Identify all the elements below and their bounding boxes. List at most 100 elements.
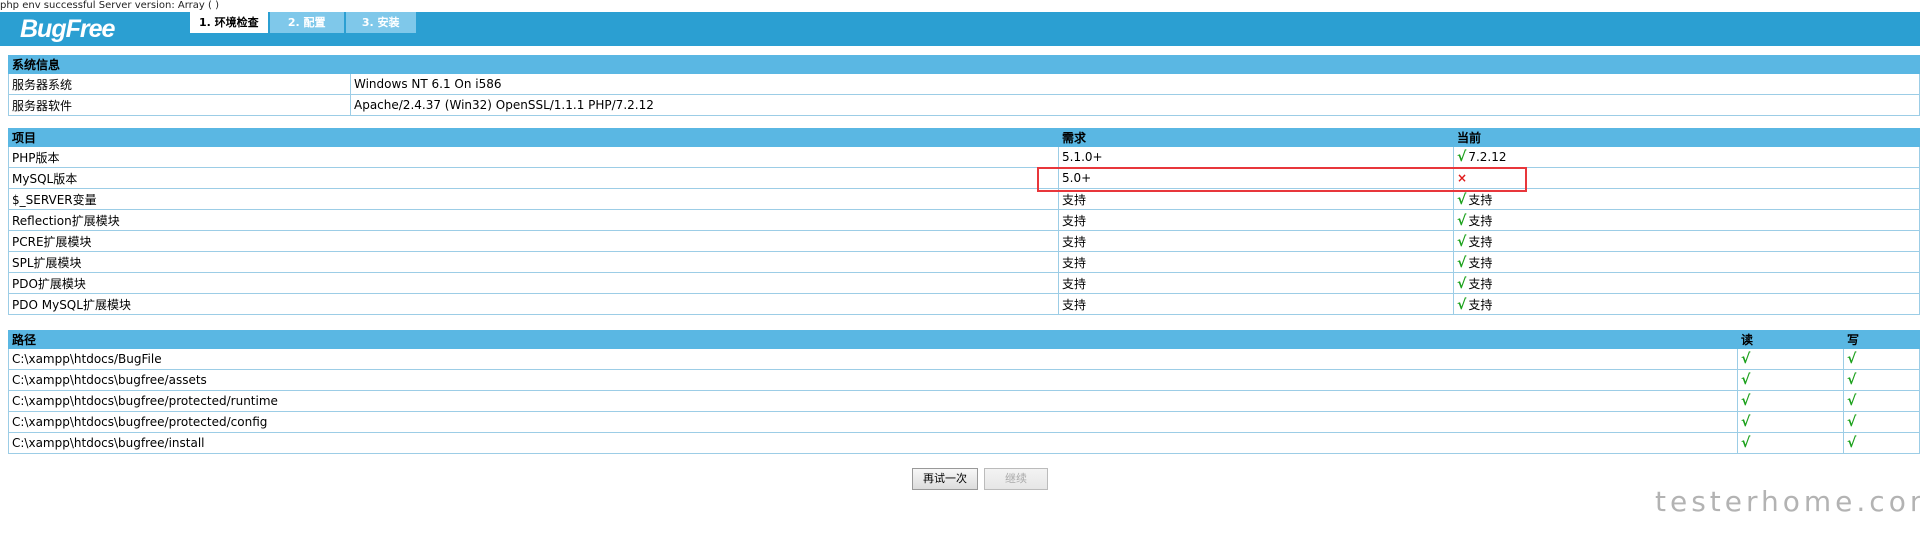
- col-write: 写: [1843, 330, 1920, 349]
- tab-env-check[interactable]: 1. 环境检查: [190, 12, 268, 33]
- env-required: 支持: [1058, 188, 1454, 210]
- check-icon: √: [1457, 233, 1467, 250]
- table-row: C:\xampp\htdocs\bugfree/protected/config…: [8, 411, 1920, 433]
- system-info-header: 系统信息: [8, 55, 1920, 74]
- action-bar: 再试一次 继续: [912, 468, 1048, 490]
- tab-config[interactable]: 2. 配置: [269, 12, 344, 33]
- path-permission-table: 路径 读 写 C:\xampp\htdocs/BugFile √ √ C:\xampp…: [8, 330, 1920, 454]
- env-check-table: 项目 需求 当前 PHP版本 5.1.0+ √ 7.2.12 MySQL版本 5.0+ × $…: [8, 128, 1920, 315]
- env-item: PDO扩展模块: [8, 272, 1059, 294]
- check-icon: √: [1847, 351, 1857, 367]
- path-write: √: [1843, 390, 1920, 412]
- env-required: 支持: [1058, 272, 1454, 294]
- env-current-value: 支持: [1468, 213, 1493, 228]
- col-required: 需求: [1058, 128, 1454, 147]
- path-read: √: [1737, 432, 1844, 454]
- col-read: 读: [1737, 330, 1844, 349]
- check-icon: √: [1741, 435, 1751, 451]
- table-row: C:\xampp\htdocs\bugfree/install √ √: [8, 432, 1920, 454]
- table-row: MySQL版本 5.0+ ×: [8, 167, 1920, 189]
- col-current: 当前: [1453, 128, 1920, 147]
- system-info-title: 系统信息: [8, 55, 1920, 74]
- env-required: 支持: [1058, 209, 1454, 231]
- table-row: PCRE扩展模块 支持 √ 支持: [8, 230, 1920, 252]
- path-value: C:\xampp\htdocs\bugfree/install: [8, 432, 1738, 454]
- path-header: 路径 读 写: [8, 330, 1920, 349]
- table-row: C:\xampp\htdocs\bugfree/assets √ √: [8, 369, 1920, 391]
- table-row: SPL扩展模块 支持 √ 支持: [8, 251, 1920, 273]
- env-current: ×: [1453, 167, 1920, 189]
- check-icon: √: [1847, 372, 1857, 388]
- check-icon: √: [1457, 254, 1467, 271]
- env-current: √ 支持: [1453, 209, 1920, 231]
- path-value: C:\xampp\htdocs\bugfree/assets: [8, 369, 1738, 391]
- retry-button[interactable]: 再试一次: [912, 468, 978, 490]
- check-icon: √: [1457, 296, 1467, 313]
- env-item: MySQL版本: [8, 167, 1059, 189]
- table-row: PHP版本 5.1.0+ √ 7.2.12: [8, 146, 1920, 168]
- table-row: $_SERVER变量 支持 √ 支持: [8, 188, 1920, 210]
- env-item: PDO MySQL扩展模块: [8, 293, 1059, 315]
- env-item: $_SERVER变量: [8, 188, 1059, 210]
- env-current: √ 支持: [1453, 251, 1920, 273]
- env-required: 5.1.0+: [1058, 146, 1454, 168]
- info-name: 服务器系统: [8, 73, 351, 95]
- env-current-value: 7.2.12: [1468, 150, 1507, 164]
- check-icon: √: [1847, 435, 1857, 451]
- info-value: Apache/2.4.37 (Win32) OpenSSL/1.1.1 PHP/…: [350, 94, 1920, 116]
- env-current: √ 支持: [1453, 293, 1920, 315]
- check-icon: √: [1741, 414, 1751, 430]
- col-item: 项目: [8, 128, 1059, 147]
- continue-button[interactable]: 继续: [984, 468, 1048, 490]
- check-icon: √: [1847, 393, 1857, 409]
- path-read: √: [1737, 411, 1844, 433]
- cross-icon: ×: [1457, 171, 1468, 185]
- env-current-value: 支持: [1468, 297, 1493, 312]
- bugfree-logo: BugFree: [20, 15, 115, 43]
- path-value: C:\xampp\htdocs\bugfree/protected/config: [8, 411, 1738, 433]
- env-current: √ 支持: [1453, 272, 1920, 294]
- info-name: 服务器软件: [8, 94, 351, 116]
- col-path: 路径: [8, 330, 1738, 349]
- table-row: 服务器系统 Windows NT 6.1 On i586: [8, 73, 1920, 95]
- table-row: PDO扩展模块 支持 √ 支持: [8, 272, 1920, 294]
- env-required: 支持: [1058, 230, 1454, 252]
- table-row: PDO MySQL扩展模块 支持 √ 支持: [8, 293, 1920, 315]
- check-icon: √: [1457, 275, 1467, 292]
- path-read: √: [1737, 390, 1844, 412]
- env-required: 5.0+: [1058, 167, 1454, 189]
- debug-output: php env successful Server version: Array…: [0, 0, 219, 11]
- env-item: SPL扩展模块: [8, 251, 1059, 273]
- info-value: Windows NT 6.1 On i586: [350, 73, 1920, 95]
- env-current-value: 支持: [1468, 234, 1493, 249]
- watermark: testerhome.com: [1655, 485, 1920, 518]
- path-write: √: [1843, 432, 1920, 454]
- check-icon: √: [1457, 149, 1467, 165]
- env-item: PCRE扩展模块: [8, 230, 1059, 252]
- path-read: √: [1737, 348, 1844, 370]
- check-icon: √: [1847, 414, 1857, 430]
- check-icon: √: [1457, 212, 1467, 229]
- path-write: √: [1843, 411, 1920, 433]
- table-row: C:\xampp\htdocs\bugfree/protected/runtim…: [8, 390, 1920, 412]
- env-item: Reflection扩展模块: [8, 209, 1059, 231]
- env-current: √ 支持: [1453, 188, 1920, 210]
- check-icon: √: [1741, 393, 1751, 409]
- env-current-value: 支持: [1468, 255, 1493, 270]
- env-current-value: 支持: [1468, 192, 1493, 207]
- env-required: 支持: [1058, 293, 1454, 315]
- env-current: √ 7.2.12: [1453, 146, 1920, 168]
- path-write: √: [1843, 348, 1920, 370]
- path-value: C:\xampp\htdocs/BugFile: [8, 348, 1738, 370]
- app-header: BugFree 1. 环境检查 2. 配置 3. 安装: [0, 12, 1920, 46]
- check-icon: √: [1741, 351, 1751, 367]
- check-icon: √: [1741, 372, 1751, 388]
- tab-install[interactable]: 3. 安装: [345, 12, 416, 33]
- install-steps: 1. 环境检查 2. 配置 3. 安装: [190, 12, 416, 33]
- table-row: C:\xampp\htdocs/BugFile √ √: [8, 348, 1920, 370]
- system-info-table: 系统信息 服务器系统 Windows NT 6.1 On i586 服务器软件 …: [8, 55, 1920, 116]
- table-row: Reflection扩展模块 支持 √ 支持: [8, 209, 1920, 231]
- env-check-header: 项目 需求 当前: [8, 128, 1920, 147]
- path-write: √: [1843, 369, 1920, 391]
- env-current-value: 支持: [1468, 276, 1493, 291]
